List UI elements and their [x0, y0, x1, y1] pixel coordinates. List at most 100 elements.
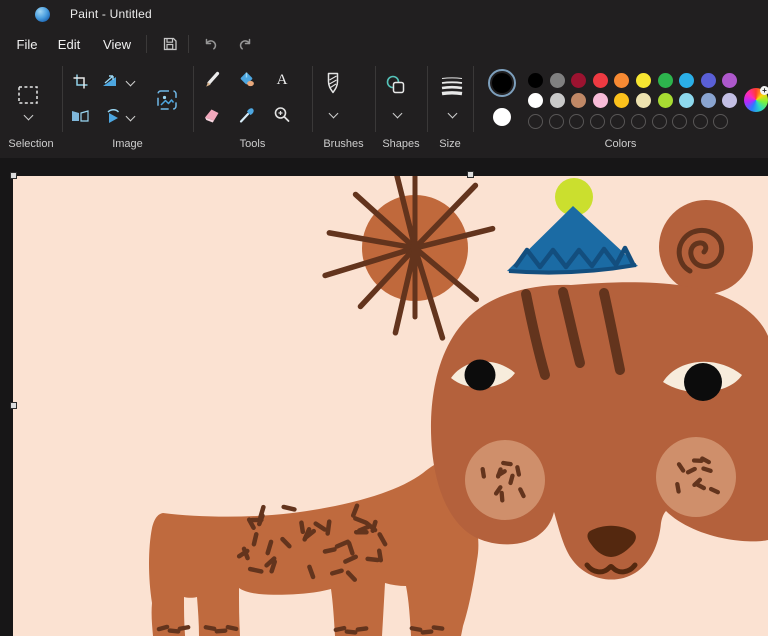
left-cheek: [465, 440, 545, 520]
empty-color-slot[interactable]: [569, 114, 584, 129]
add-color-plus-icon: +: [760, 86, 768, 95]
crop-icon: [72, 73, 89, 90]
group-separator: [473, 66, 474, 132]
brushes-dropdown-chevron-icon[interactable]: [329, 109, 339, 119]
color-swatch[interactable]: [528, 73, 543, 88]
pencil-tool-button[interactable]: [199, 67, 225, 93]
color-swatch[interactable]: [636, 93, 651, 108]
flip-icon: [71, 109, 89, 123]
color-swatch[interactable]: [528, 93, 543, 108]
shapes-icon: [384, 73, 408, 97]
rectangle-select-icon: [17, 85, 39, 105]
eyedropper-tool-button[interactable]: [234, 102, 260, 128]
color-swatch[interactable]: [679, 73, 694, 88]
empty-color-slot[interactable]: [672, 114, 687, 129]
menu-edit[interactable]: Edit: [50, 28, 88, 60]
pencil-icon: [202, 70, 222, 90]
color-palette: [528, 70, 744, 132]
empty-color-slot[interactable]: [693, 114, 708, 129]
selection-handle-top-left[interactable]: [10, 172, 17, 179]
animal-body: [149, 462, 478, 636]
empty-color-slot[interactable]: [590, 114, 605, 129]
color-swatch[interactable]: [636, 73, 651, 88]
text-tool-button[interactable]: A: [269, 67, 295, 93]
group-label-size: Size: [427, 138, 473, 152]
menu-view[interactable]: View: [96, 28, 138, 60]
background-color-indicator[interactable]: [493, 108, 511, 126]
color-swatch[interactable]: [571, 93, 586, 108]
save-button[interactable]: [159, 33, 181, 55]
rotate-dropdown-chevron-icon[interactable]: [126, 112, 136, 122]
rotate-button[interactable]: [100, 103, 126, 129]
undo-button[interactable]: [200, 33, 222, 55]
group-separator: [312, 66, 313, 132]
brushes-button[interactable]: [320, 71, 346, 97]
color-swatch[interactable]: [658, 73, 673, 88]
save-icon: [161, 35, 179, 53]
image-edit-icon: [155, 88, 179, 112]
redo-icon: [236, 35, 254, 53]
empty-color-slot[interactable]: [713, 114, 728, 129]
menu-file[interactable]: File: [8, 28, 46, 60]
color-swatch[interactable]: [658, 93, 673, 108]
group-separator: [193, 66, 194, 132]
size-button[interactable]: [439, 73, 465, 99]
color-swatch[interactable]: [614, 73, 629, 88]
undo-icon: [202, 35, 220, 53]
color-swatch[interactable]: [722, 93, 737, 108]
fill-tool-button[interactable]: [234, 67, 260, 93]
fill-bucket-icon: [237, 70, 257, 90]
group-label-colors: Colors: [473, 138, 768, 152]
group-label-image: Image: [62, 138, 193, 152]
image-options-button[interactable]: [154, 87, 180, 113]
group-label-tools: Tools: [193, 138, 312, 152]
brush-icon: [323, 71, 343, 97]
line-size-icon: [440, 75, 464, 97]
resize-button[interactable]: [97, 68, 123, 94]
paint-logo-icon: [35, 7, 50, 22]
shapes-dropdown-chevron-icon[interactable]: [393, 109, 403, 119]
color-swatch[interactable]: [701, 93, 716, 108]
eraser-tool-button[interactable]: [199, 102, 225, 128]
selection-handle-left-middle[interactable]: [10, 402, 17, 409]
redo-button[interactable]: [234, 33, 256, 55]
color-swatch[interactable]: [593, 73, 608, 88]
empty-color-slot[interactable]: [528, 114, 543, 129]
color-swatch[interactable]: [614, 93, 629, 108]
text-tool-icon: A: [277, 72, 288, 89]
resize-dropdown-chevron-icon[interactable]: [126, 77, 136, 87]
magnifier-tool-button[interactable]: [269, 102, 295, 128]
empty-color-slot[interactable]: [631, 114, 646, 129]
color-swatch[interactable]: [593, 93, 608, 108]
empty-color-slot[interactable]: [549, 114, 564, 129]
size-dropdown-chevron-icon[interactable]: [448, 109, 458, 119]
canvas-artwork: [13, 176, 768, 636]
color-swatch[interactable]: [550, 73, 565, 88]
color-swatch[interactable]: [679, 93, 694, 108]
shapes-button[interactable]: [383, 72, 409, 98]
eyedropper-icon: [237, 105, 257, 125]
color-swatch[interactable]: [701, 73, 716, 88]
group-label-selection: Selection: [0, 138, 62, 152]
empty-color-slot[interactable]: [652, 114, 667, 129]
group-label-shapes: Shapes: [375, 138, 427, 152]
eraser-icon: [202, 105, 222, 125]
selection-dropdown-chevron-icon[interactable]: [24, 111, 34, 121]
crop-button[interactable]: [67, 68, 93, 94]
selection-handle-top-middle[interactable]: [467, 171, 474, 178]
group-separator: [375, 66, 376, 132]
menu-bar: File Edit View: [0, 28, 768, 60]
color-swatch[interactable]: [722, 73, 737, 88]
ribbon-toolbar: Selection Image: [0, 60, 768, 158]
color-swatch[interactable]: [571, 73, 586, 88]
magnifier-icon: [272, 105, 292, 125]
drawing-canvas[interactable]: [13, 176, 768, 636]
empty-color-slot[interactable]: [610, 114, 625, 129]
color-swatch[interactable]: [550, 93, 565, 108]
group-separator: [62, 66, 63, 132]
right-cheek: [656, 437, 736, 517]
foreground-color-indicator[interactable]: [492, 73, 512, 93]
group-label-brushes: Brushes: [312, 138, 375, 152]
flip-button[interactable]: [67, 103, 93, 129]
selection-tool-button[interactable]: [15, 82, 41, 108]
